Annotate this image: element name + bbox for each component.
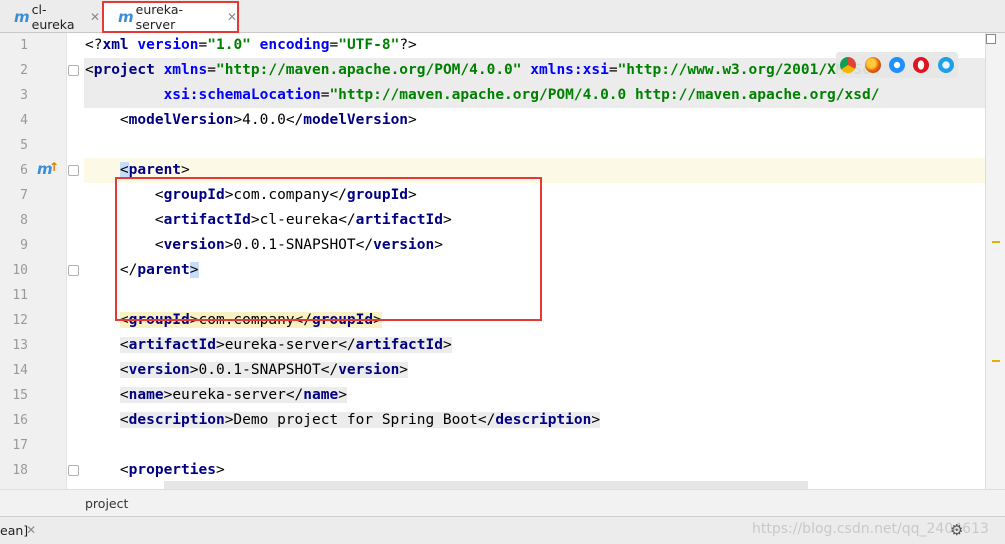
- close-icon[interactable]: ✕: [90, 10, 100, 24]
- code-line: 14 <version>0.0.1-SNAPSHOT</version>: [0, 358, 985, 383]
- code-line: 13 <artifactId>eureka-server</artifactId…: [0, 333, 985, 358]
- parent-block-highlight-box: [115, 177, 542, 321]
- code-line: 3 xsi:schemaLocation="http://maven.apach…: [0, 83, 985, 108]
- code-text: xsi:schemaLocation="http://maven.apache.…: [163, 87, 880, 103]
- code-text: <description>Demo project for Spring Boo…: [119, 412, 601, 428]
- code-line: 16 <description>Demo project for Spring …: [0, 408, 985, 433]
- code-line: 18 <properties>: [0, 458, 985, 483]
- horizontal-scrollbar[interactable]: [164, 481, 808, 489]
- code-line: 17: [12, 438, 28, 453]
- code-text: <properties>: [119, 462, 225, 478]
- code-line: 15 <name>eureka-server</name>: [0, 383, 985, 408]
- browser-preview-bar: [836, 52, 958, 78]
- close-icon[interactable]: ✕: [26, 523, 36, 537]
- safari-icon[interactable]: [888, 57, 905, 73]
- status-bar: ean] ✕ https://blog.csdn.net/qq_2404613 …: [0, 516, 1005, 544]
- ie-icon[interactable]: [937, 57, 954, 73]
- code-text: <name>eureka-server</name>: [119, 387, 347, 403]
- code-text: <artifactId>eureka-server</artifactId>: [119, 337, 452, 353]
- gear-icon[interactable]: ⚙: [950, 521, 963, 539]
- tab-label: cl-eureka: [31, 2, 75, 32]
- inspection-status-icon[interactable]: [986, 34, 996, 44]
- editor-tab-bar: m cl-eureka ✕ m eureka-server ✕: [0, 0, 1005, 33]
- code-text: <version>0.0.1-SNAPSHOT</version>: [119, 362, 409, 378]
- right-tool-strip: [985, 33, 1005, 489]
- code-line: 4 <modelVersion>4.0.0</modelVersion>: [0, 108, 985, 133]
- firefox-icon[interactable]: [864, 57, 881, 73]
- chrome-icon[interactable]: [840, 57, 857, 73]
- code-text: <project xmlns="http://maven.apache.org/…: [85, 62, 880, 78]
- breadcrumb: project: [0, 489, 1005, 516]
- breadcrumb-item[interactable]: project: [85, 496, 128, 511]
- opera-icon[interactable]: [913, 57, 930, 73]
- maven-icon: m: [14, 8, 30, 26]
- code-text: <?xml version="1.0" encoding="UTF-8"?>: [85, 37, 417, 53]
- bottom-tab-label[interactable]: ean]: [0, 523, 28, 538]
- active-tab-highlight-box: [102, 1, 239, 33]
- code-text: <modelVersion>4.0.0</modelVersion>: [119, 112, 417, 128]
- code-editor[interactable]: m ↑ 1 <?xml version="1.0" encoding="UTF-…: [0, 33, 985, 489]
- code-line: 5: [20, 138, 28, 153]
- tab-cl-eureka[interactable]: m cl-eureka ✕: [0, 2, 100, 32]
